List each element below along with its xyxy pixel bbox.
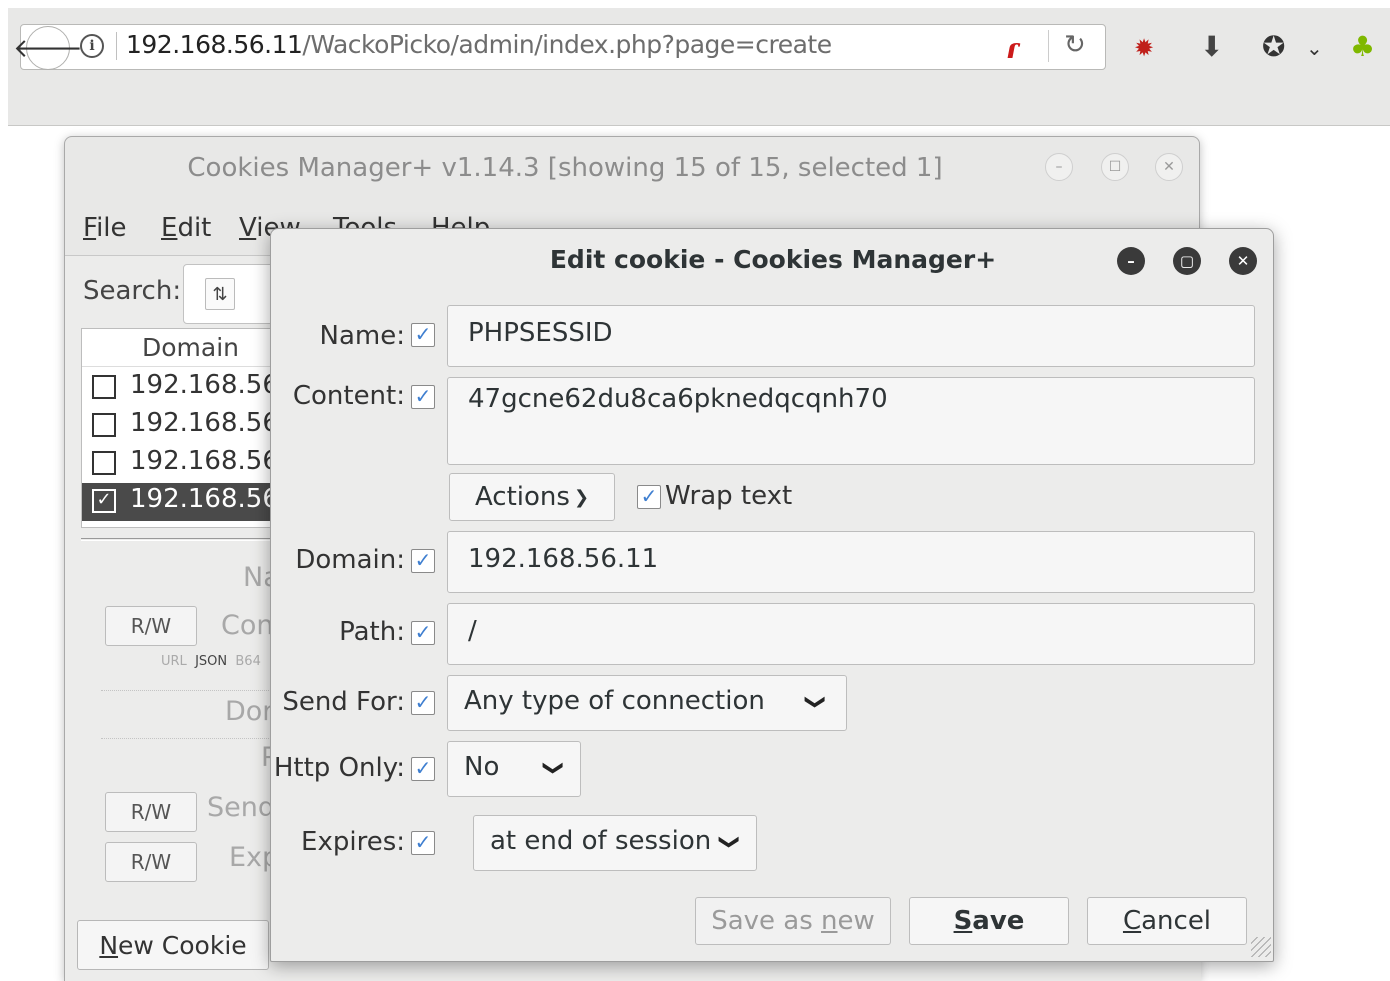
expires-checkbox[interactable]: ✓ bbox=[411, 831, 435, 855]
menu-file-mnemonic: F bbox=[83, 213, 97, 243]
send-for-select[interactable]: Any type of connection ❯ bbox=[447, 675, 847, 731]
name-field[interactable]: PHPSESSID bbox=[447, 305, 1255, 367]
row-checkbox[interactable] bbox=[92, 413, 116, 437]
encoding-b64[interactable]: B64 bbox=[235, 654, 260, 669]
wrap-text-label[interactable]: Wrap text bbox=[665, 481, 792, 511]
actions-label: Actions bbox=[474, 482, 570, 512]
minimize-icon[interactable]: – bbox=[1117, 247, 1145, 275]
http-only-value: No bbox=[464, 752, 500, 782]
name-label: Name: bbox=[319, 321, 405, 351]
expires-value: at end of session bbox=[490, 826, 712, 856]
resize-grip[interactable] bbox=[1251, 937, 1271, 957]
window-title: Cookies Manager+ v1.14.3 [showing 15 of … bbox=[187, 153, 943, 183]
url-path: /WackoPicko/admin/index.php?page=create bbox=[302, 30, 832, 59]
http-only-label: Http Only: bbox=[273, 753, 405, 783]
save-as-new-label-end: ew bbox=[837, 906, 875, 936]
send-for-label: Send For: bbox=[282, 687, 405, 717]
domain-label: Domain: bbox=[295, 545, 405, 575]
save-label: ave bbox=[972, 906, 1025, 936]
expires-select[interactable]: at end of session ❯ bbox=[473, 815, 757, 871]
url-separator-2 bbox=[1048, 30, 1049, 62]
cancel-mnemonic: C bbox=[1122, 906, 1142, 936]
http-only-select[interactable]: No ❯ bbox=[447, 741, 581, 797]
download-icon[interactable]: ⬇ bbox=[1200, 30, 1223, 63]
save-as-new-label: Save as bbox=[711, 906, 822, 936]
content-checkbox[interactable]: ✓ bbox=[411, 385, 435, 409]
save-as-new-button[interactable]: Save as n ew bbox=[695, 897, 891, 945]
path-field[interactable]: / bbox=[447, 603, 1255, 665]
menu-file[interactable]: File bbox=[83, 213, 127, 243]
new-cookie-button[interactable]: New Cookie bbox=[77, 920, 269, 970]
encoding-json[interactable]: JSON bbox=[195, 654, 227, 669]
row-checkbox[interactable] bbox=[92, 375, 116, 399]
chevron-down-icon: ❯ bbox=[804, 693, 829, 711]
cancel-label: ancel bbox=[1141, 906, 1212, 936]
path-label: Path: bbox=[339, 617, 405, 647]
expires-label: Expires: bbox=[301, 827, 405, 857]
chevron-down-icon: ❯ bbox=[573, 486, 590, 508]
actions-dropdown[interactable]: Actions ❯ bbox=[449, 473, 615, 521]
minimize-icon[interactable]: – bbox=[1045, 153, 1073, 181]
content-label: Content: bbox=[292, 381, 405, 411]
chevron-down-icon: ❯ bbox=[718, 833, 743, 851]
send-for-checkbox[interactable]: ✓ bbox=[411, 691, 435, 715]
domain-field[interactable]: 192.168.56.11 bbox=[447, 531, 1255, 593]
send-for-value: Any type of connection bbox=[464, 686, 765, 716]
edit-cookie-dialog: Edit cookie - Cookies Manager+ – ▢ ✕ Nam… bbox=[270, 228, 1274, 962]
cookie-icon[interactable]: ✪ bbox=[1262, 30, 1285, 63]
content-field[interactable]: 47gcne62du8ca6pknedqcqnh70 bbox=[447, 377, 1255, 465]
rw-button[interactable]: R/W bbox=[105, 842, 197, 882]
encoding-options: URL JSON B64 bbox=[161, 654, 261, 669]
url-separator bbox=[116, 32, 117, 60]
menu-edit[interactable]: Edit bbox=[161, 213, 211, 243]
new-cookie-mnemonic: N bbox=[99, 930, 119, 960]
http-only-checkbox[interactable]: ✓ bbox=[411, 757, 435, 781]
info-icon[interactable]: i bbox=[80, 34, 104, 58]
bug-icon[interactable]: ✹ bbox=[1134, 34, 1154, 62]
close-icon[interactable]: ✕ bbox=[1155, 153, 1183, 181]
search-options-icon[interactable]: ⇅ bbox=[205, 278, 235, 310]
close-icon[interactable]: ✕ bbox=[1229, 247, 1257, 275]
encoding-url[interactable]: URL bbox=[161, 654, 187, 669]
new-cookie-label: ew Cookie bbox=[118, 930, 247, 960]
chevron-down-icon[interactable]: ⌄ bbox=[1306, 36, 1323, 60]
save-mnemonic: S bbox=[953, 906, 973, 936]
wrap-text-checkbox[interactable]: ✓ bbox=[637, 485, 661, 509]
url-host: 192.168.56.11 bbox=[126, 30, 303, 59]
maximize-icon[interactable]: ▢ bbox=[1173, 247, 1201, 275]
menu-edit-mnemonic: E bbox=[161, 213, 178, 243]
red-extension-icon[interactable]: ɾ bbox=[1006, 32, 1019, 65]
save-as-new-mnemonic: n bbox=[821, 906, 838, 936]
path-checkbox[interactable]: ✓ bbox=[411, 621, 435, 645]
save-button[interactable]: Save bbox=[909, 897, 1069, 945]
search-label: Search: bbox=[83, 276, 182, 306]
maximize-icon[interactable]: ☐ bbox=[1101, 153, 1129, 181]
field-label-send: Send bbox=[207, 792, 276, 823]
domain-checkbox[interactable]: ✓ bbox=[411, 549, 435, 573]
green-extension-icon[interactable]: ♣ bbox=[1350, 30, 1375, 63]
name-checkbox[interactable]: ✓ bbox=[411, 323, 435, 347]
menu-view-mnemonic: V bbox=[239, 213, 257, 243]
menu-file-label: ile bbox=[96, 213, 127, 243]
chevron-down-icon: ❯ bbox=[542, 759, 567, 777]
rw-button[interactable]: R/W bbox=[105, 792, 197, 832]
row-checkbox[interactable] bbox=[92, 451, 116, 475]
back-arrow-icon[interactable]: 🡐 bbox=[13, 26, 83, 70]
row-checkbox-checked[interactable]: ✓ bbox=[92, 489, 116, 513]
menu-edit-label: dit bbox=[177, 213, 212, 243]
url-text[interactable]: 192.168.56.11/WackoPicko/admin/index.php… bbox=[126, 30, 832, 59]
reload-icon[interactable]: ↻ bbox=[1064, 30, 1086, 60]
browser-toolbar: 🡐 i 192.168.56.11/WackoPicko/admin/index… bbox=[8, 8, 1390, 126]
cancel-button[interactable]: Cancel bbox=[1087, 897, 1247, 945]
rw-button[interactable]: R/W bbox=[105, 606, 197, 646]
